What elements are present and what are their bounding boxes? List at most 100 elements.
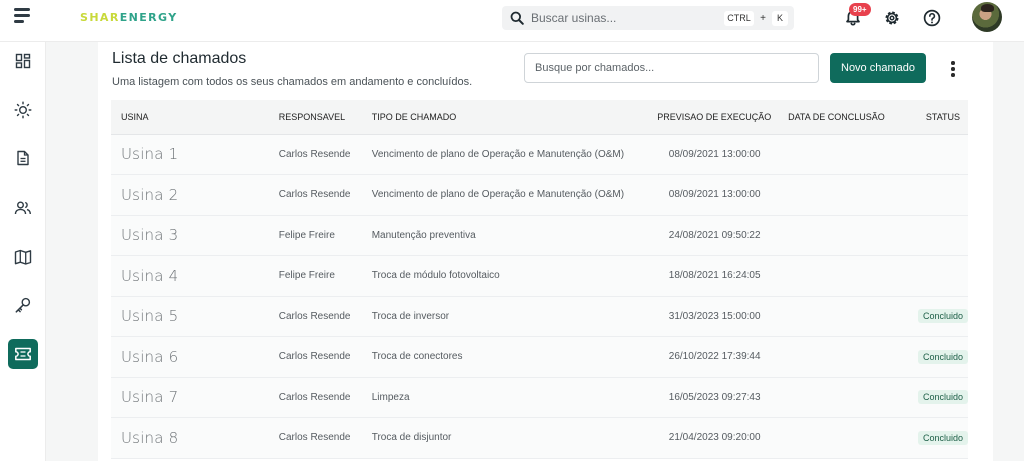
status-badge: Concluido (917, 390, 968, 405)
cell-conclusao (788, 417, 918, 459)
cell-tipo: Troca de inversor (371, 296, 658, 337)
sidebar-item-generation[interactable] (8, 95, 38, 125)
table-row[interactable]: Usina 4 Felipe Freire Troca de módulo foto… (111, 255, 968, 297)
cell-responsavel: Carlos Resende (278, 417, 372, 459)
ticket-icon (15, 347, 31, 361)
logo[interactable]: SHARENERGY (80, 11, 178, 24)
usina-name: Usina 6 (121, 347, 179, 366)
dashboard-icon (15, 53, 31, 69)
cell-responsavel: Carlos Resende (278, 336, 372, 378)
notifications-badge: 99+ (849, 3, 871, 16)
sidebar-item-users[interactable] (8, 193, 38, 223)
cell-tipo: Troca de módulo fotovoltaico (371, 255, 658, 297)
sidebar-item-reports[interactable] (8, 143, 38, 173)
sidebar (0, 42, 46, 461)
cell-previsao: 18/08/2021 16:24:05 (657, 255, 789, 297)
cell-usina: Usina 8 (111, 417, 279, 459)
cell-status (917, 215, 968, 256)
usina-name: Usina 1 (121, 145, 179, 164)
cell-conclusao (788, 296, 918, 337)
table-row[interactable]: Usina 1 Carlos Resende Vencimento de plano… (111, 134, 968, 175)
page-subtitle: Uma listagem com todos os seus chamados … (112, 76, 473, 88)
usina-name: Usina 5 (121, 307, 179, 326)
new-ticket-button[interactable]: Novo chamado (830, 53, 926, 83)
document-icon (17, 150, 29, 166)
column-header-tipo[interactable]: TIPO DE CHAMADO (371, 100, 658, 135)
usina-name: Usina 8 (121, 428, 179, 447)
cell-usina: Usina 2 (111, 174, 279, 216)
table-row[interactable]: Usina 7 Carlos Resende Limpeza 16/05/2023 0… (111, 377, 968, 418)
sidebar-item-dashboard[interactable] (8, 46, 38, 76)
cell-usina: Usina 3 (111, 215, 279, 256)
cell-status: Concluido (917, 417, 968, 459)
users-icon (14, 201, 31, 215)
usina-name: Usina 7 (121, 388, 179, 407)
page-title: Lista de chamados (112, 50, 247, 67)
ticket-search-box[interactable] (524, 53, 819, 83)
help-icon[interactable] (922, 8, 942, 28)
cell-responsavel: Carlos Resende (278, 377, 372, 418)
cell-previsao: 26/10/2022 17:39:44 (657, 336, 789, 378)
status-badge: Concluido (917, 430, 968, 445)
sun-icon (14, 101, 32, 119)
column-header-status[interactable]: STATUS (917, 100, 968, 135)
cell-responsavel: Carlos Resende (278, 174, 372, 216)
table-row[interactable]: Usina 6 Carlos Resende Troca de conectores… (111, 336, 968, 378)
menu-icon[interactable] (14, 8, 32, 24)
cell-previsao: 16/05/2023 09:27:43 (657, 377, 789, 418)
cell-conclusao (788, 134, 918, 175)
top-bar: SHARENERGY CTRL + K 99+ (0, 0, 1024, 42)
global-search-bar[interactable]: CTRL + K (502, 6, 794, 30)
cell-status: Concluido (917, 336, 968, 378)
cell-usina: Usina 1 (111, 134, 279, 175)
cell-status: Concluido (917, 377, 968, 418)
global-search-input[interactable] (531, 9, 711, 27)
cell-status (917, 134, 968, 175)
cell-usina: Usina 6 (111, 336, 279, 378)
shortcut-ctrl: CTRL (724, 11, 754, 26)
cell-status (917, 255, 968, 297)
cell-tipo: Troca de conectores (371, 336, 658, 378)
cell-responsavel: Felipe Freire (278, 255, 372, 297)
table-row[interactable]: Usina 2 Carlos Resende Vencimento de plano… (111, 174, 968, 216)
table-row[interactable]: Usina 5 Carlos Resende Troca de inversor 31… (111, 296, 968, 337)
cell-tipo: Manutenção preventiva (371, 215, 658, 256)
cell-usina: Usina 7 (111, 377, 279, 418)
map-icon (14, 249, 32, 265)
sidebar-item-tickets[interactable] (8, 339, 38, 369)
cell-status: Concluido (917, 296, 968, 337)
sidebar-item-keys[interactable] (8, 290, 38, 320)
shortcut-plus: + (760, 13, 766, 24)
cell-responsavel: Carlos Resende (278, 296, 372, 337)
key-icon (15, 297, 31, 313)
ticket-search-input[interactable] (525, 54, 818, 82)
more-options-icon[interactable] (946, 58, 960, 80)
shortcut-key: K (772, 11, 788, 26)
column-header-responsavel[interactable]: RESPONSAVEL (278, 100, 372, 135)
column-header-conclusao[interactable]: DATA DE CONCLUSÃO (788, 100, 918, 135)
tickets-panel: Lista de chamados Uma listagem com todos… (98, 42, 993, 461)
cell-conclusao (788, 215, 918, 256)
cell-status (917, 174, 968, 216)
cell-previsao: 31/03/2023 15:00:00 (657, 296, 789, 337)
cell-tipo: Troca de disjuntor (371, 417, 658, 459)
usina-name: Usina 3 (121, 226, 179, 245)
column-header-usina[interactable]: USINA (111, 100, 279, 135)
cell-usina: Usina 5 (111, 296, 279, 337)
column-header-previsao[interactable]: PREVISAO DE EXECUÇÃO (657, 100, 789, 135)
cell-previsao: 21/04/2023 09:20:00 (657, 417, 789, 459)
cell-conclusao (788, 255, 918, 297)
cell-previsao: 24/08/2021 09:50:22 (657, 215, 789, 256)
avatar[interactable] (972, 2, 1002, 32)
sidebar-item-map[interactable] (8, 242, 38, 272)
cell-responsavel: Carlos Resende (278, 134, 372, 175)
usina-name: Usina 4 (121, 266, 179, 285)
table-row[interactable]: Usina 3 Felipe Freire Manutenção preventiv… (111, 215, 968, 256)
cell-tipo: Vencimento de plano de Operação e Manute… (371, 174, 658, 216)
cell-tipo: Limpeza (371, 377, 658, 418)
gear-icon[interactable] (882, 8, 902, 28)
usina-name: Usina 2 (121, 185, 179, 204)
table-row[interactable]: Usina 8 Carlos Resende Troca de disjuntor 2… (111, 417, 968, 459)
cell-tipo: Vencimento de plano de Operação e Manute… (371, 134, 658, 175)
cell-previsao: 08/09/2021 13:00:00 (657, 134, 789, 175)
